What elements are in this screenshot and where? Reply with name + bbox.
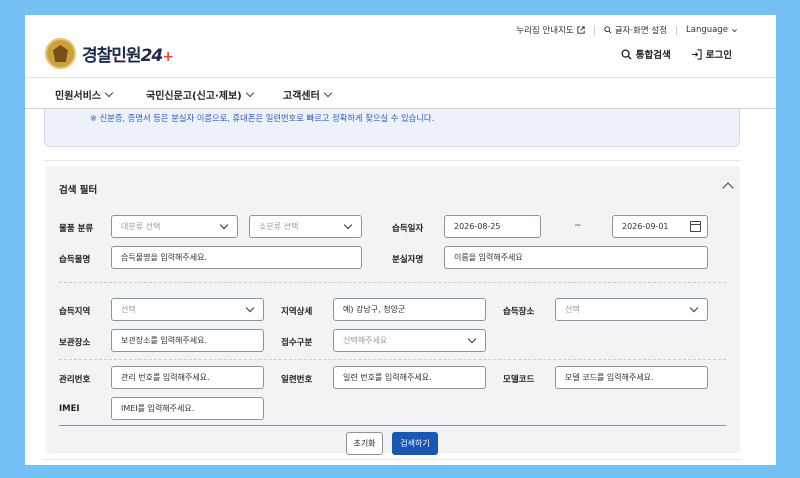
- external-link-icon: [577, 26, 585, 34]
- dashed-divider: [59, 282, 726, 283]
- chevron-up-icon[interactable]: [722, 182, 734, 194]
- filter-title: 검색 필터: [59, 185, 98, 196]
- chevron-down-icon: [219, 220, 229, 230]
- integrated-search-button[interactable]: 통합검색: [621, 47, 671, 61]
- buttons-divider: [59, 425, 726, 426]
- login-button[interactable]: 로그인: [691, 47, 732, 61]
- date-to-input[interactable]: 2026-09-01: [612, 215, 708, 238]
- category-main-select[interactable]: 대분류 선택: [111, 215, 238, 238]
- header-actions: 통합검색 로그인: [621, 47, 732, 61]
- model-code-label: 모델코드: [503, 375, 535, 385]
- date-label: 습득일자: [392, 224, 424, 234]
- display-settings-link[interactable]: 글자·화면 설정: [604, 24, 667, 36]
- calendar-icon[interactable]: [690, 221, 701, 232]
- serial-number-input[interactable]: 일련 번호를 입력해주세요.: [333, 366, 486, 389]
- region-detail-input[interactable]: 예) 강남구, 청양군: [333, 298, 486, 321]
- category-label: 물품 분류: [59, 224, 94, 234]
- reset-button[interactable]: 초기화: [346, 432, 383, 455]
- region-select[interactable]: 선택: [111, 298, 264, 321]
- notice-box: ※ 신분증, 증명서 등은 분실자 이름으로, 휴대폰은 일련번호로 빠르고 정…: [44, 109, 740, 147]
- logo-text: 경찰민원24+: [82, 46, 174, 66]
- place-label: 습득장소: [503, 307, 535, 317]
- item-name-input[interactable]: 습득물명을 입력해주세요.: [111, 246, 362, 269]
- region-label: 습득지역: [59, 307, 91, 317]
- notice-text: ※ 신분증, 증명서 등은 분실자 이름으로, 휴대폰은 일련번호로 빠르고 정…: [90, 113, 435, 123]
- date-separator: ~: [574, 221, 582, 231]
- place-select[interactable]: 선택: [555, 298, 708, 321]
- category-sub-select[interactable]: 소분류 선택: [249, 215, 362, 238]
- chevron-down-icon: [245, 88, 254, 97]
- util-divider: [593, 25, 595, 35]
- chevron-down-icon: [245, 303, 255, 313]
- main-nav: 민원서비스 국민신문고(신고·제보) 고객센터: [25, 77, 776, 111]
- site-map-link[interactable]: 누리집 안내지도: [516, 24, 585, 36]
- search-filter-panel: 검색 필터 물품 분류 대분류 선택 소분류 선택 습득일자 2026-08-2…: [45, 166, 740, 455]
- search-button[interactable]: 검색하기: [392, 432, 438, 455]
- util-divider: [676, 25, 678, 35]
- serial-number-label: 일련번호: [281, 375, 313, 385]
- mgmt-number-input[interactable]: 관리 번호를 입력해주세요.: [111, 366, 264, 389]
- date-from-input[interactable]: 2026-08-25: [444, 215, 541, 238]
- model-code-input[interactable]: 모델 코드를 입력해주세요.: [555, 366, 708, 389]
- owner-input[interactable]: 이름을 입력해주세요: [444, 246, 708, 269]
- browser-page: 누리집 안내지도 글자·화면 설정 Language 경찰민원24+ 통합검색 …: [25, 15, 776, 465]
- imei-label: IMEI: [59, 404, 80, 414]
- site-logo[interactable]: 경찰민원24+: [45, 38, 174, 69]
- receipt-select[interactable]: 선택해주세요: [333, 329, 486, 352]
- storage-input[interactable]: 보관장소를 입력해주세요.: [111, 329, 264, 352]
- zoom-icon: [604, 26, 612, 34]
- nav-customer-center[interactable]: 고객센터: [283, 78, 333, 110]
- item-name-label: 습득물명: [59, 255, 91, 265]
- chevron-down-icon: [104, 88, 114, 97]
- language-selector[interactable]: Language: [686, 25, 738, 35]
- nav-sinmungo[interactable]: 국민신문고(신고·제보): [146, 78, 254, 110]
- chevron-down-icon: [467, 334, 477, 344]
- dashed-divider: [59, 359, 726, 360]
- search-icon: [621, 48, 632, 60]
- owner-label: 분실자명: [392, 255, 424, 265]
- chevron-down-icon: [343, 220, 353, 230]
- region-detail-label: 지역상세: [281, 307, 313, 317]
- utility-bar: 누리집 안내지도 글자·화면 설정 Language: [516, 24, 738, 36]
- mgmt-number-label: 관리번호: [59, 375, 91, 385]
- section-divider: [44, 160, 740, 161]
- login-icon: [691, 48, 702, 60]
- chevron-down-icon: [323, 88, 333, 97]
- receipt-label: 접수구분: [281, 338, 313, 348]
- imei-input[interactable]: IMEI를 입력해주세요.: [111, 397, 264, 420]
- chevron-down-icon: [689, 303, 699, 313]
- nav-civil-service[interactable]: 민원서비스: [55, 78, 114, 111]
- police-emblem-icon: [45, 38, 76, 69]
- storage-label: 보관장소: [59, 338, 91, 348]
- chevron-down-icon: [732, 28, 737, 32]
- section-divider: [44, 459, 740, 460]
